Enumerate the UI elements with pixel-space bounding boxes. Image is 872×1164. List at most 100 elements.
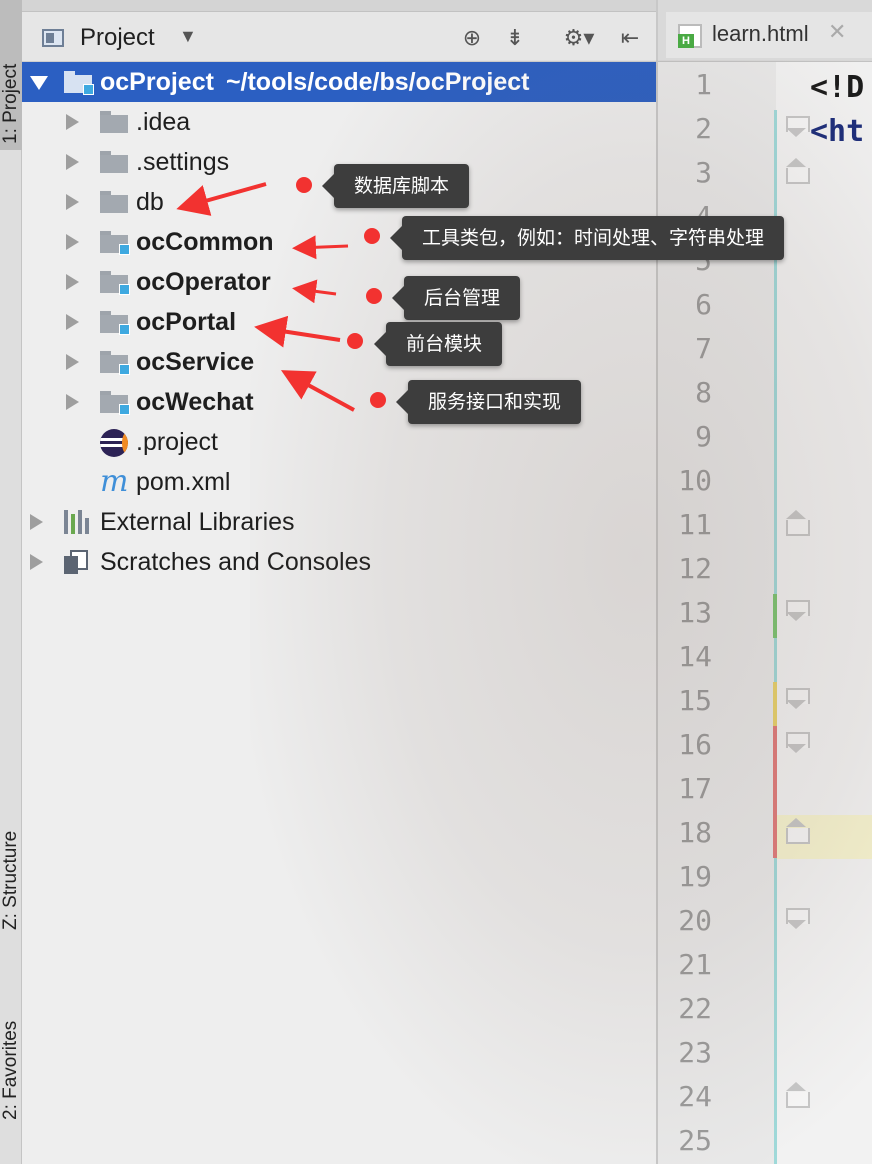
line-number: 11: [678, 508, 712, 541]
line-number: 14: [678, 640, 712, 673]
line-number: 22: [678, 992, 712, 1025]
tree-item-pom[interactable]: m pom.xml: [22, 462, 656, 502]
fold-toggle-icon[interactable]: [786, 600, 810, 622]
tree-item-project-file[interactable]: .project: [22, 422, 656, 462]
tree-item-label: ocWechat: [136, 388, 254, 416]
folder-icon: [100, 191, 128, 213]
tree-item-scratches[interactable]: Scratches and Consoles: [22, 542, 656, 582]
chevron-right-icon[interactable]: [66, 154, 79, 170]
tree-item-label: ocService: [136, 348, 255, 376]
chevron-right-icon[interactable]: [66, 394, 79, 410]
chevron-right-icon[interactable]: [66, 194, 79, 210]
fold-toggle-icon[interactable]: [786, 818, 810, 844]
tree-item-ocoperator[interactable]: ocOperator: [22, 262, 656, 302]
close-icon[interactable]: ✕: [828, 19, 846, 45]
line-number: 2: [695, 112, 712, 145]
tree-item-label: db: [136, 188, 164, 216]
editor-tab-label: learn.html: [712, 21, 809, 46]
module-folder-icon: [100, 351, 130, 375]
annotation-dot: [364, 228, 380, 244]
chevron-right-icon[interactable]: [30, 554, 43, 570]
gear-icon[interactable]: ⚙▾: [558, 24, 600, 52]
favorites-tool-tab-label: 2: Favorites: [0, 1020, 21, 1120]
file-type-badge: H: [678, 34, 694, 48]
tree-item-label: ocCommon: [136, 228, 274, 256]
library-icon: [64, 510, 92, 534]
annotation-callout-ocoperator: 后台管理: [391, 276, 521, 320]
tree-item-label: Scratches and Consoles: [100, 548, 371, 576]
fold-toggle-icon[interactable]: [786, 158, 810, 184]
fold-toggle-icon[interactable]: [786, 732, 810, 754]
tree-item-ocportal[interactable]: ocPortal: [22, 302, 656, 342]
annotation-callout-ocportal: 前台模块: [373, 322, 503, 366]
root-name: ocProject: [100, 68, 214, 96]
line-number: 19: [678, 860, 712, 893]
module-folder-icon: [64, 71, 94, 95]
line-number: 21: [678, 948, 712, 981]
tree-root-row[interactable]: ocProject ~/tools/code/bs/ocProject: [22, 62, 656, 102]
line-number: 18: [678, 816, 712, 849]
line-number: 12: [678, 552, 712, 585]
structure-tool-tab-label: Z: Structure: [0, 830, 21, 930]
tool-window-strip: 1: Project Z: Structure 2: Favorites: [0, 0, 22, 1164]
fold-toggle-icon[interactable]: [786, 908, 810, 930]
chevron-right-icon[interactable]: [30, 514, 43, 530]
line-number: 8: [695, 376, 712, 409]
folder-icon: [100, 111, 128, 133]
hide-panel-icon[interactable]: ⇤: [616, 24, 644, 52]
line-number: 20: [678, 904, 712, 937]
tree-item-external-libraries[interactable]: External Libraries: [22, 502, 656, 542]
tree-item-ocservice[interactable]: ocService: [22, 342, 656, 382]
line-number: 6: [695, 288, 712, 321]
fold-toggle-icon[interactable]: [786, 1082, 810, 1108]
chevron-down-icon[interactable]: [30, 76, 48, 90]
tree-item-label: .idea: [136, 108, 191, 136]
code-line-1[interactable]: <!D: [810, 70, 864, 105]
tree-item-label: pom.xml: [136, 468, 231, 496]
line-number: 23: [678, 1036, 712, 1069]
project-tool-tab[interactable]: 1: Project: [0, 0, 22, 150]
chevron-right-icon[interactable]: [66, 314, 79, 330]
annotation-dot: [347, 333, 363, 349]
change-marker-deleted: [773, 726, 777, 858]
project-view-selector[interactable]: Project: [80, 24, 155, 52]
editor-tab-bar: H learn.html ✕: [658, 0, 872, 62]
editor-tab-learn-html[interactable]: H learn.html ✕: [666, 12, 872, 58]
change-marker-modified: [773, 682, 777, 726]
tree-item-label: External Libraries: [100, 508, 295, 536]
annotation-callout-db: 数据库脚本: [321, 164, 470, 208]
change-marker-added: [773, 594, 777, 638]
code-line-2[interactable]: <ht: [810, 114, 864, 149]
tree-item-label: .project: [136, 428, 218, 456]
fold-toggle-icon[interactable]: [786, 688, 810, 710]
chevron-right-icon[interactable]: [66, 234, 79, 250]
annotation-dot: [296, 177, 312, 193]
chevron-right-icon[interactable]: [66, 274, 79, 290]
editor-area: H learn.html ✕ 1234567891011121314151617…: [656, 0, 872, 1164]
eclipse-icon: [100, 429, 128, 457]
chevron-right-icon[interactable]: [66, 354, 79, 370]
fold-toggle-icon[interactable]: [786, 116, 810, 138]
module-folder-icon: [100, 311, 130, 335]
structure-tool-tab[interactable]: Z: Structure: [0, 740, 22, 940]
chevron-down-icon[interactable]: ▼: [179, 26, 197, 47]
chevron-right-icon[interactable]: [66, 114, 79, 130]
line-number: 9: [695, 420, 712, 453]
project-tool-tab-label: 1: Project: [0, 63, 21, 144]
panel-top-border: [22, 0, 656, 12]
tree-item-label: ocOperator: [136, 268, 271, 296]
html-file-icon: H: [678, 24, 702, 48]
line-number: 24: [678, 1080, 712, 1113]
fold-toggle-icon[interactable]: [786, 510, 810, 536]
favorites-tool-tab[interactable]: 2: Favorites: [0, 960, 22, 1130]
annotation-callout-occommon: 工具类包，例如：时间处理、字符串处理: [389, 216, 785, 260]
annotation-callout-ocservice: 服务接口和实现: [395, 380, 582, 424]
project-view-icon: [42, 29, 64, 47]
project-panel-header: Project ▼ ⊕ ⇟ ⚙▾ ⇤: [22, 12, 656, 62]
tree-item-idea[interactable]: .idea: [22, 102, 656, 142]
collapse-all-icon[interactable]: ⇟: [501, 24, 529, 52]
tree-item-label: .settings: [136, 148, 230, 176]
locate-icon[interactable]: ⊕: [458, 24, 486, 52]
line-number: 13: [678, 596, 712, 629]
line-number: 25: [678, 1124, 712, 1157]
